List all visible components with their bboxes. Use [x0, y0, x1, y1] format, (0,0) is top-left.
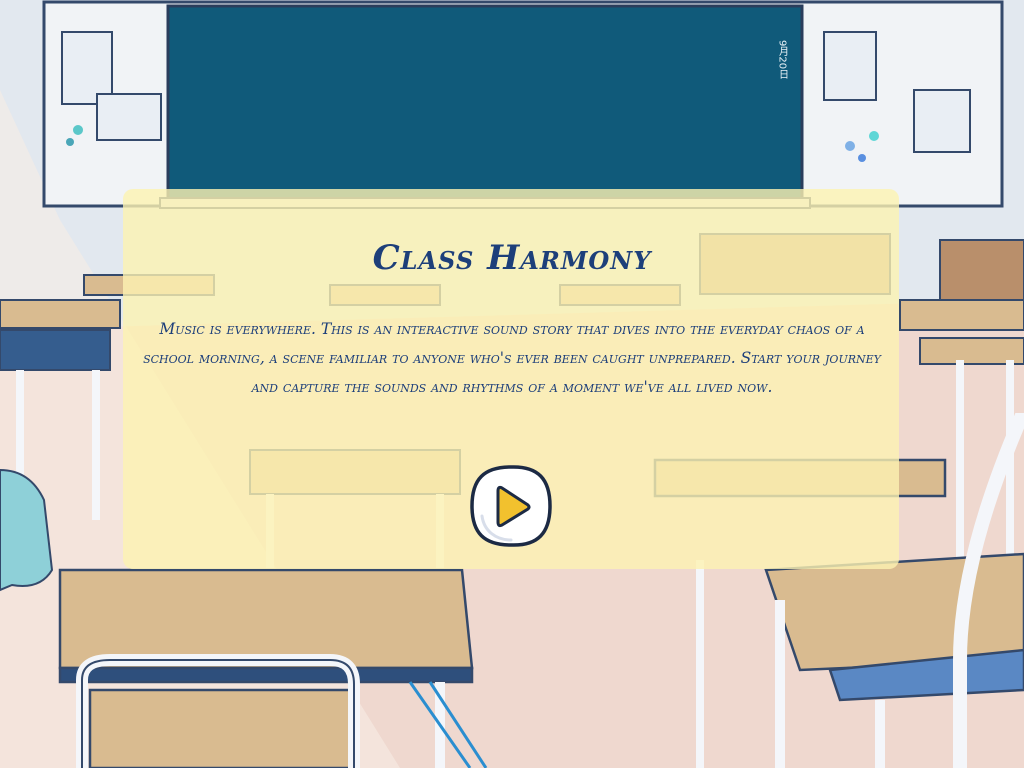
page-title: Class Harmony — [372, 238, 652, 278]
play-button[interactable] — [468, 463, 554, 549]
intro-description: Music is everywhere. This is an interact… — [143, 320, 881, 396]
chalkboard — [166, 4, 804, 204]
chalkboard-date: 9月20日 — [777, 40, 789, 79]
play-icon — [470, 465, 552, 547]
